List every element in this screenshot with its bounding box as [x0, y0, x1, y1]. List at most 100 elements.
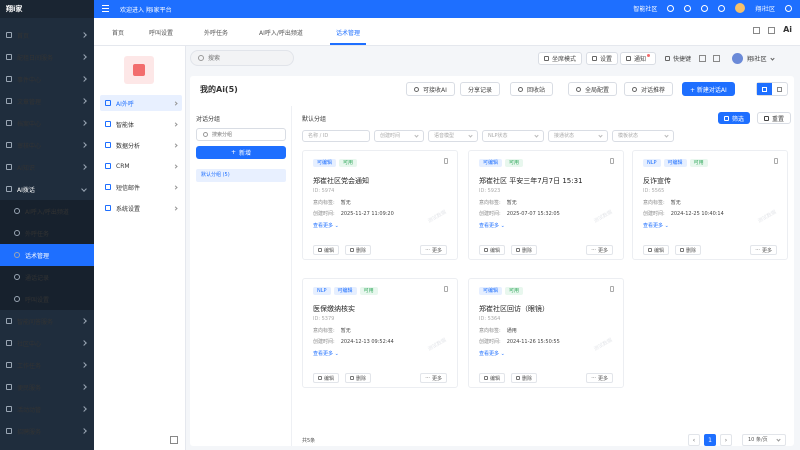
grid-icon[interactable] — [768, 27, 776, 34]
document-icon[interactable] — [753, 27, 761, 34]
sidebar-item[interactable]: 活动动管 — [0, 398, 94, 420]
tab-script-management[interactable]: 话术管理 — [329, 28, 367, 45]
delete-button[interactable]: 删除 — [511, 245, 538, 255]
created-time-filter[interactable]: 创建时间 — [374, 130, 424, 142]
delete-button[interactable]: 删除 — [345, 245, 372, 255]
receivable-ai-button[interactable]: 可接收AI — [406, 82, 455, 96]
app-menu-item[interactable]: 系统设置 — [100, 200, 182, 216]
smart-community-link[interactable]: 智能社区 — [633, 4, 657, 13]
settings-icon[interactable] — [785, 4, 792, 12]
menu-toggle-icon[interactable] — [102, 5, 109, 12]
prev-page-button[interactable]: ‹ — [688, 434, 700, 446]
sidebar-subitem[interactable]: 话术管理 — [0, 244, 94, 266]
edit-button[interactable]: 编辑 — [313, 373, 340, 383]
more-actions-button[interactable]: ··· 更多 — [586, 245, 613, 255]
voice-model-filter[interactable]: 语音模型 — [428, 130, 478, 142]
next-page-button[interactable]: › — [720, 434, 732, 446]
list-view-toggle[interactable] — [772, 83, 787, 95]
edit-button[interactable]: 编辑 — [479, 373, 506, 383]
view-more-link[interactable]: 查看更多 ⌄ — [643, 222, 669, 229]
app-menu-item[interactable]: AI外呼 — [100, 95, 182, 111]
ai-script-card[interactable]: 可编辑 可用 郑崔社区 平安三年7月7日 15:31 ID: 5923 意向标签: 暂无创… — [468, 150, 624, 260]
app-menu-item[interactable]: CRM — [100, 158, 182, 174]
sidebar-item[interactable]: 智能问答服务 — [0, 310, 94, 332]
avatar[interactable] — [735, 3, 746, 13]
view-more-link[interactable]: 查看更多 ⌄ — [479, 350, 505, 357]
edit-button[interactable]: 编辑 — [643, 245, 670, 255]
sidebar-item[interactable]: 招聘服务 — [0, 420, 94, 442]
dialog-recommend-button[interactable]: 对话推荐 — [624, 82, 674, 96]
pin-icon[interactable] — [444, 158, 448, 164]
tab-outbound-tasks[interactable]: 外呼任务 — [204, 28, 228, 37]
sidebar-item[interactable]: AI知识 — [0, 156, 94, 178]
share-record-button[interactable]: 分享记录 — [460, 82, 501, 96]
sidebar-item[interactable]: 审核中心 — [0, 134, 94, 156]
nlp-status-filter[interactable]: NLP状态 — [482, 130, 544, 142]
search-input[interactable] — [208, 53, 288, 64]
ai-script-card[interactable]: NLP 可编辑 可用 反诈宣传 ID: 5565 意向标签: 暂无 创建时间: 2024-12-… — [632, 150, 788, 260]
view-more-link[interactable]: 查看更多 ⌄ — [313, 222, 339, 229]
more-actions-button[interactable]: ··· 更多 — [586, 373, 613, 383]
tab-home[interactable]: 首页 — [112, 28, 124, 37]
ai-script-card[interactable]: 可编辑 可用 郑崔社区党会通知 ID: 5974 意向标签: 暂无 创建时间: 2025-11… — [302, 150, 458, 260]
more-actions-button[interactable]: ··· 更多 — [420, 373, 447, 383]
app-menu-item[interactable]: 智能体 — [100, 116, 182, 132]
sidebar-item[interactable]: 事件中心 — [0, 68, 94, 90]
seat-mode-button[interactable]: 坐席模式 — [538, 52, 583, 65]
user-name[interactable]: 翔i社区 — [755, 4, 775, 13]
template-status-filter[interactable]: 模板状态 — [612, 130, 674, 142]
delete-button[interactable]: 删除 — [511, 373, 538, 383]
tab-ai-channel[interactable]: AI呼入/呼出频道 — [259, 28, 303, 37]
view-more-link[interactable]: 查看更多 ⌄ — [479, 222, 505, 229]
delete-button[interactable]: 删除 — [675, 245, 702, 255]
new-dialog-ai-button[interactable]: + 新建对话AI — [682, 82, 735, 96]
page-size-select[interactable]: 10 条/页 — [742, 434, 786, 446]
more-actions-button[interactable]: ··· 更多 — [420, 245, 447, 255]
fullscreen-icon[interactable] — [718, 4, 726, 12]
settings-button[interactable]: 设置 — [586, 52, 619, 65]
group-search-input[interactable] — [212, 130, 282, 140]
tab-call-settings[interactable]: 呼叫设置 — [149, 28, 173, 37]
group-item-default[interactable]: 默认分组 (5) — [196, 169, 286, 182]
name-id-filter[interactable]: 名称 / ID — [302, 130, 370, 142]
apps-icon[interactable] — [713, 55, 720, 62]
edit-button[interactable]: 编辑 — [313, 245, 340, 255]
add-group-button[interactable]: + 新增 — [196, 146, 286, 159]
filter-button[interactable]: 筛选 — [718, 112, 751, 124]
sidebar-item[interactable]: 档案中心 — [0, 112, 94, 134]
ai-assistant-label[interactable]: Ai — [783, 25, 792, 34]
message-icon[interactable] — [701, 4, 709, 12]
sidebar-subitem[interactable]: 外呼任务 — [0, 222, 94, 244]
pin-icon[interactable] — [444, 286, 448, 292]
pin-icon[interactable] — [610, 158, 614, 164]
collapse-panel-icon[interactable] — [170, 436, 178, 444]
bell-icon[interactable] — [684, 4, 692, 12]
app-menu-item[interactable]: 数据分析 — [100, 137, 182, 153]
sidebar-item[interactable]: 社区中心 — [0, 332, 94, 354]
global-config-button[interactable]: 全局配置 — [568, 82, 618, 96]
sidebar-item[interactable]: 文章管理 — [0, 90, 94, 112]
edit-button[interactable]: 编辑 — [479, 245, 506, 255]
community-switcher[interactable]: 翔i社区 — [732, 50, 775, 66]
pin-icon[interactable] — [610, 286, 614, 292]
pin-icon[interactable] — [774, 158, 778, 164]
page-button[interactable]: 1 — [704, 434, 716, 446]
reset-button[interactable]: 重置 — [757, 112, 792, 124]
help-icon[interactable] — [667, 4, 675, 12]
sidebar-item[interactable]: 配租日间服务 — [0, 46, 94, 68]
more-actions-button[interactable]: ··· 更多 — [750, 245, 777, 255]
shortcut-button[interactable]: 快捷键 — [660, 52, 696, 65]
recycle-bin-button[interactable]: 回收站 — [510, 82, 554, 96]
delete-button[interactable]: 删除 — [345, 373, 372, 383]
sidebar-subitem[interactable]: AI呼入/呼出频道 — [0, 200, 94, 222]
calendar-icon[interactable] — [699, 55, 706, 62]
app-menu-item[interactable]: 短信邮件 — [100, 179, 182, 195]
ai-script-card[interactable]: NLP 可编辑 可用 医保缴纳核实 ID: 5379 意向标签: 暂无 创建时间: 2024-1… — [302, 278, 458, 388]
card-view-toggle[interactable] — [757, 83, 772, 95]
sidebar-item[interactable]: 首页 — [0, 24, 94, 46]
notify-button[interactable]: 通知 — [620, 52, 657, 65]
view-more-link[interactable]: 查看更多 ⌄ — [313, 350, 339, 357]
connect-status-filter[interactable]: 接通状态 — [548, 130, 608, 142]
sidebar-subitem[interactable]: 呼叫设置 — [0, 288, 94, 310]
sidebar-item[interactable]: AI拨话 — [0, 178, 94, 200]
